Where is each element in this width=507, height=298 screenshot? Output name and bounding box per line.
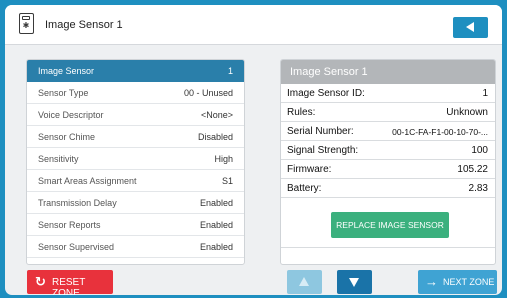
settings-row-sensitivity[interactable]: Sensitivity High [27, 148, 244, 170]
replace-image-sensor-button[interactable]: REPLACE IMAGE SENSOR [331, 212, 449, 238]
info-row-label: Image Sensor ID: [287, 88, 365, 99]
settings-row-sensor-reports[interactable]: Sensor Reports Enabled [27, 214, 244, 236]
settings-row-label: Sensitivity [38, 154, 79, 164]
info-row-value: 2.83 [468, 183, 488, 194]
page-title: Image Sensor 1 [45, 19, 123, 31]
info-row-label: Firmware: [287, 164, 332, 175]
app-frame: ✱ Image Sensor 1 Image Sensor 1 Sensor T… [5, 5, 502, 295]
info-row-sensor-id: Image Sensor ID: 1 [281, 84, 495, 103]
settings-row-label: Transmission Delay [38, 198, 117, 208]
settings-row-label: Smart Areas Assignment [38, 176, 137, 186]
info-row-label: Battery: [287, 183, 322, 194]
settings-row-value: Disabled [197, 132, 233, 142]
info-row-label: Signal Strength: [287, 145, 359, 156]
settings-row-label: Sensor Reports [38, 220, 101, 230]
next-item-button[interactable] [337, 270, 372, 294]
settings-row-transmission-delay[interactable]: Transmission Delay Enabled [27, 192, 244, 214]
settings-row-voice-descriptor[interactable]: Voice Descriptor <None> [27, 104, 244, 126]
info-row-label: Serial Number: [287, 126, 354, 137]
sensor-info-heading-text: Image Sensor 1 [290, 66, 368, 78]
settings-row-sensor-supervised[interactable]: Sensor Supervised Enabled [27, 236, 244, 258]
right-arrow-icon: → [425, 274, 438, 289]
settings-row-label: Sensor Chime [38, 132, 96, 142]
info-row-value: 105.22 [457, 164, 488, 175]
sensor-lens-shape [22, 16, 30, 20]
info-row-label: Rules: [287, 107, 316, 118]
sensor-info-heading: Image Sensor 1 [281, 60, 495, 84]
settings-row-sensor-type[interactable]: Sensor Type 00 - Unused [27, 82, 244, 104]
settings-row-sensor-chime[interactable]: Sensor Chime Disabled [27, 126, 244, 148]
settings-row-value: 1 [227, 66, 233, 76]
info-row-value: 1 [482, 88, 488, 99]
info-row-value: 100 [471, 145, 488, 156]
zone-settings-list: Image Sensor 1 Sensor Type 00 - Unused V… [26, 59, 245, 265]
info-row-signal-strength: Signal Strength: 100 [281, 141, 495, 160]
info-row-firmware: Firmware: 105.22 [281, 160, 495, 179]
info-row-serial-number: Serial Number: 00-1C-FA-F1-00-10-70-... [281, 122, 495, 141]
next-zone-button[interactable]: → NEXT ZONE [418, 270, 497, 294]
image-sensor-icon: ✱ [19, 13, 34, 34]
header-bar: ✱ Image Sensor 1 [5, 5, 502, 45]
previous-zone-button[interactable] [287, 270, 322, 294]
down-arrow-icon [349, 278, 359, 287]
settings-row-value: <None> [200, 110, 233, 120]
sensor-star-shape: ✱ [22, 21, 30, 30]
sensor-info-panel: Image Sensor 1 Image Sensor ID: 1 Rules:… [280, 59, 496, 265]
settings-row-value: Enabled [199, 242, 233, 252]
settings-row-value: S1 [221, 176, 233, 186]
info-row-value: Unknown [446, 107, 488, 118]
settings-row-label: Sensor Supervised [38, 242, 115, 252]
back-triangle-icon [466, 22, 474, 32]
settings-row-smart-areas[interactable]: Smart Areas Assignment S1 [27, 170, 244, 192]
panel-divider [281, 247, 495, 248]
settings-row-label: Sensor Type [38, 88, 89, 98]
info-row-value: 00-1C-FA-F1-00-10-70-... [392, 127, 488, 137]
info-row-rules: Rules: Unknown [281, 103, 495, 122]
settings-row-value: High [214, 154, 233, 164]
back-button[interactable] [453, 17, 488, 38]
settings-row-label: Image Sensor [38, 66, 95, 76]
settings-row-value: Enabled [199, 198, 233, 208]
up-arrow-icon [299, 277, 309, 286]
reset-zone-label: RESET ZONE [52, 277, 86, 295]
info-row-battery: Battery: 2.83 [281, 179, 495, 198]
settings-row-label: Voice Descriptor [38, 110, 104, 120]
reset-zone-button[interactable]: ↻ RESET ZONE [27, 270, 113, 295]
settings-row-value: 00 - Unused [183, 88, 233, 98]
settings-row-value: Enabled [199, 220, 233, 230]
settings-row-image-sensor[interactable]: Image Sensor 1 [27, 60, 244, 82]
reset-icon: ↻ [35, 274, 46, 289]
next-zone-label: NEXT ZONE [443, 277, 495, 287]
